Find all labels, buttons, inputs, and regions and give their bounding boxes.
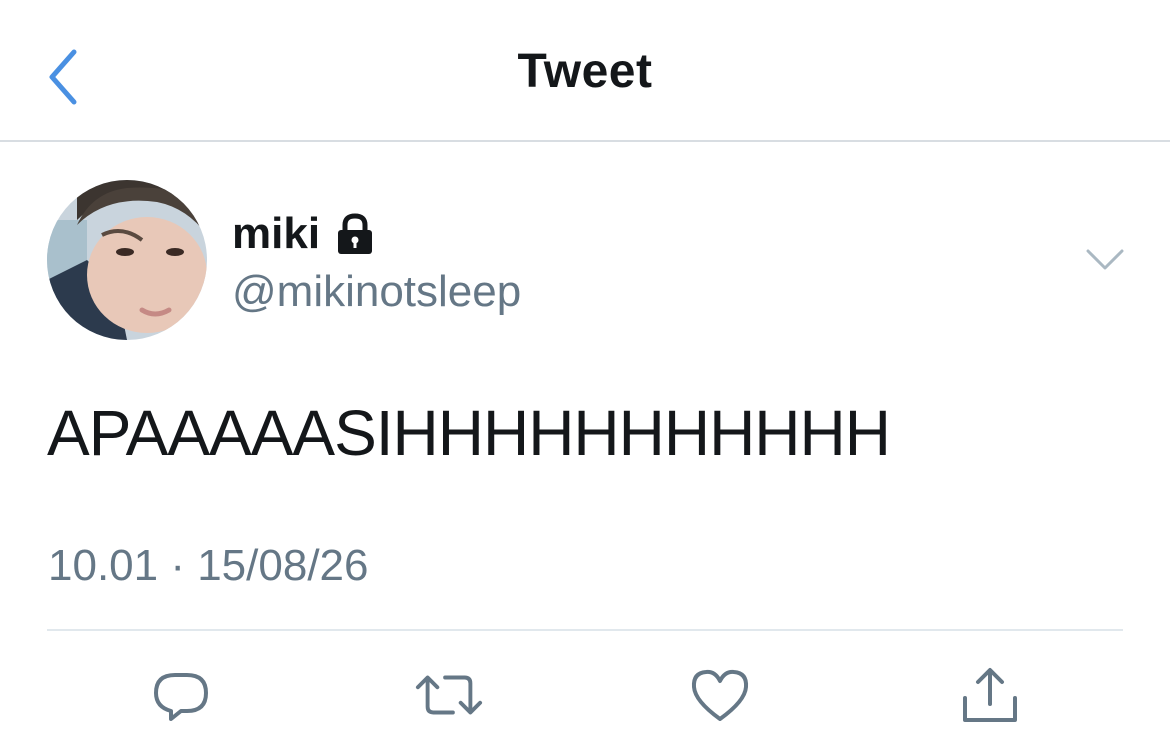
page-title: Tweet	[517, 45, 653, 98]
retweet-icon	[415, 675, 483, 715]
divider	[47, 629, 1123, 631]
display-name: miki	[232, 209, 321, 258]
avatar-photo	[47, 180, 207, 340]
chevron-down-icon	[1086, 249, 1124, 270]
author-name-row[interactable]: miki	[232, 208, 378, 260]
share-button[interactable]	[955, 660, 1025, 730]
retweet-button[interactable]	[414, 660, 484, 730]
like-button[interactable]	[685, 660, 755, 730]
author-handle[interactable]: @mikinotsleep	[232, 266, 521, 318]
reply-icon	[154, 673, 208, 721]
lock-icon	[332, 211, 378, 257]
reply-button[interactable]	[146, 660, 216, 730]
heart-icon	[691, 669, 749, 721]
top-bar: Tweet	[0, 0, 1170, 142]
tweet-text: APAAAAASIHHHHHHHHHHH	[47, 397, 891, 469]
share-icon	[963, 668, 1017, 722]
tweet-timestamp: 10.01 · 15/08/26	[48, 541, 369, 590]
avatar[interactable]	[47, 180, 207, 340]
more-options-button[interactable]	[1082, 240, 1128, 280]
